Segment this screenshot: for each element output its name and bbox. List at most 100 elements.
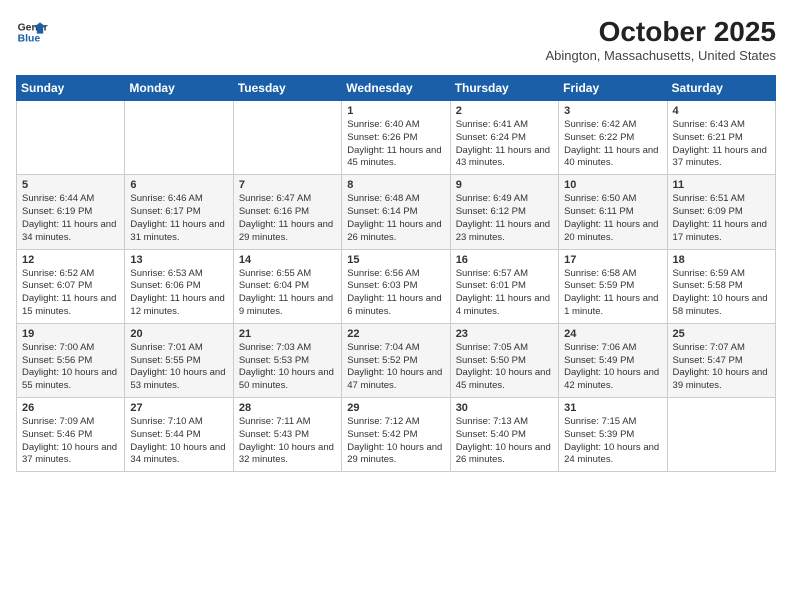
day-info: Sunrise: 6:42 AM Sunset: 6:22 PM Dayligh… bbox=[564, 119, 661, 170]
calendar-cell: 23 Sunrise: 7:05 AM Sunset: 5:50 PM Dayli… bbox=[450, 323, 558, 397]
calendar-cell: 15Sunrise: 6:56 AM Sunset: 6:03 PM Dayli… bbox=[342, 249, 450, 323]
day-info: Sunrise: 6:58 AM Sunset: 5:59 PM Dayligh… bbox=[564, 268, 661, 319]
day-info: Sunrise: 6:46 AM Sunset: 6:17 PM Dayligh… bbox=[130, 193, 227, 244]
calendar-cell: 29 Sunrise: 7:12 AM Sunset: 5:42 PM Dayli… bbox=[342, 398, 450, 472]
day-number: 7 bbox=[239, 179, 336, 191]
day-info: Sunrise: 7:12 AM Sunset: 5:42 PM Dayligh… bbox=[347, 416, 444, 467]
calendar-cell: 8Sunrise: 6:48 AM Sunset: 6:14 PM Daylig… bbox=[342, 175, 450, 249]
day-info: Sunrise: 6:53 AM Sunset: 6:06 PM Dayligh… bbox=[130, 268, 227, 319]
day-info: Sunrise: 6:50 AM Sunset: 6:11 PM Dayligh… bbox=[564, 193, 661, 244]
day-number: 6 bbox=[130, 179, 227, 191]
day-number: 21 bbox=[239, 328, 336, 340]
calendar-cell: 4 Sunrise: 6:43 AM Sunset: 6:21 PM Daylig… bbox=[667, 101, 775, 175]
day-info: Sunrise: 7:04 AM Sunset: 5:52 PM Dayligh… bbox=[347, 342, 444, 393]
day-number: 19 bbox=[22, 328, 119, 340]
day-number: 30 bbox=[456, 402, 553, 414]
calendar-cell: 17 Sunrise: 6:58 AM Sunset: 5:59 PM Dayli… bbox=[559, 249, 667, 323]
calendar-cell: 13 Sunrise: 6:53 AM Sunset: 6:06 PM Dayli… bbox=[125, 249, 233, 323]
day-info: Sunrise: 7:09 AM Sunset: 5:46 PM Dayligh… bbox=[22, 416, 119, 467]
svg-text:General: General bbox=[18, 22, 48, 33]
day-number: 5 bbox=[22, 179, 119, 191]
calendar-cell: 20 Sunrise: 7:01 AM Sunset: 5:55 PM Dayli… bbox=[125, 323, 233, 397]
day-number: 4 bbox=[673, 105, 770, 117]
location: Abington, Massachusetts, United States bbox=[545, 48, 776, 63]
calendar-cell: 25Sunrise: 7:07 AM Sunset: 5:47 PM Dayli… bbox=[667, 323, 775, 397]
day-number: 26 bbox=[22, 402, 119, 414]
calendar-cell: 16 Sunrise: 6:57 AM Sunset: 6:01 PM Dayli… bbox=[450, 249, 558, 323]
title-block: October 2025 Abington, Massachusetts, Un… bbox=[545, 16, 776, 63]
day-number: 29 bbox=[347, 402, 444, 414]
day-number: 24 bbox=[564, 328, 661, 340]
calendar-week-2: 5 Sunrise: 6:44 AM Sunset: 6:19 PM Daylig… bbox=[17, 175, 776, 249]
day-info: Sunrise: 7:06 AM Sunset: 5:49 PM Dayligh… bbox=[564, 342, 661, 393]
day-number: 18 bbox=[673, 254, 770, 266]
day-info: Sunrise: 7:01 AM Sunset: 5:55 PM Dayligh… bbox=[130, 342, 227, 393]
day-info: Sunrise: 6:57 AM Sunset: 6:01 PM Dayligh… bbox=[456, 268, 553, 319]
calendar-week-4: 19 Sunrise: 7:00 AM Sunset: 5:56 PM Dayli… bbox=[17, 323, 776, 397]
calendar-cell: 27Sunrise: 7:10 AM Sunset: 5:44 PM Dayli… bbox=[125, 398, 233, 472]
day-number: 14 bbox=[239, 254, 336, 266]
calendar-cell: 10 Sunrise: 6:50 AM Sunset: 6:11 PM Dayli… bbox=[559, 175, 667, 249]
calendar-cell: 6 Sunrise: 6:46 AM Sunset: 6:17 PM Daylig… bbox=[125, 175, 233, 249]
calendar-cell: 21 Sunrise: 7:03 AM Sunset: 5:53 PM Dayli… bbox=[233, 323, 341, 397]
calendar-cell bbox=[233, 101, 341, 175]
weekday-header-row: SundayMondayTuesdayWednesdayThursdayFrid… bbox=[17, 76, 776, 101]
day-number: 16 bbox=[456, 254, 553, 266]
day-number: 9 bbox=[456, 179, 553, 191]
day-number: 23 bbox=[456, 328, 553, 340]
day-number: 11 bbox=[673, 179, 770, 191]
day-info: Sunrise: 7:05 AM Sunset: 5:50 PM Dayligh… bbox=[456, 342, 553, 393]
day-number: 2 bbox=[456, 105, 553, 117]
calendar-cell: 28Sunrise: 7:11 AM Sunset: 5:43 PM Dayli… bbox=[233, 398, 341, 472]
day-number: 31 bbox=[564, 402, 661, 414]
day-info: Sunrise: 7:03 AM Sunset: 5:53 PM Dayligh… bbox=[239, 342, 336, 393]
day-info: Sunrise: 6:51 AM Sunset: 6:09 PM Dayligh… bbox=[673, 193, 770, 244]
day-info: Sunrise: 6:43 AM Sunset: 6:21 PM Dayligh… bbox=[673, 119, 770, 170]
day-number: 17 bbox=[564, 254, 661, 266]
day-info: Sunrise: 6:49 AM Sunset: 6:12 PM Dayligh… bbox=[456, 193, 553, 244]
calendar-table: SundayMondayTuesdayWednesdayThursdayFrid… bbox=[16, 75, 776, 472]
day-info: Sunrise: 6:41 AM Sunset: 6:24 PM Dayligh… bbox=[456, 119, 553, 170]
day-info: Sunrise: 6:52 AM Sunset: 6:07 PM Dayligh… bbox=[22, 268, 119, 319]
day-info: Sunrise: 7:07 AM Sunset: 5:47 PM Dayligh… bbox=[673, 342, 770, 393]
weekday-header-saturday: Saturday bbox=[667, 76, 775, 101]
day-number: 1 bbox=[347, 105, 444, 117]
calendar-cell: 5 Sunrise: 6:44 AM Sunset: 6:19 PM Daylig… bbox=[17, 175, 125, 249]
calendar-cell bbox=[125, 101, 233, 175]
logo: General Blue bbox=[16, 16, 48, 48]
month-title: October 2025 bbox=[545, 16, 776, 48]
day-number: 10 bbox=[564, 179, 661, 191]
day-number: 28 bbox=[239, 402, 336, 414]
weekday-header-tuesday: Tuesday bbox=[233, 76, 341, 101]
calendar-cell: 24 Sunrise: 7:06 AM Sunset: 5:49 PM Dayli… bbox=[559, 323, 667, 397]
day-info: Sunrise: 6:55 AM Sunset: 6:04 PM Dayligh… bbox=[239, 268, 336, 319]
day-info: Sunrise: 6:44 AM Sunset: 6:19 PM Dayligh… bbox=[22, 193, 119, 244]
calendar-cell: 26 Sunrise: 7:09 AM Sunset: 5:46 PM Dayli… bbox=[17, 398, 125, 472]
day-number: 15 bbox=[347, 254, 444, 266]
weekday-header-wednesday: Wednesday bbox=[342, 76, 450, 101]
day-info: Sunrise: 7:13 AM Sunset: 5:40 PM Dayligh… bbox=[456, 416, 553, 467]
day-info: Sunrise: 7:15 AM Sunset: 5:39 PM Dayligh… bbox=[564, 416, 661, 467]
day-number: 12 bbox=[22, 254, 119, 266]
calendar-cell: 12 Sunrise: 6:52 AM Sunset: 6:07 PM Dayli… bbox=[17, 249, 125, 323]
calendar-week-3: 12 Sunrise: 6:52 AM Sunset: 6:07 PM Dayli… bbox=[17, 249, 776, 323]
page-header: General Blue October 2025 Abington, Mass… bbox=[16, 16, 776, 63]
day-info: Sunrise: 6:47 AM Sunset: 6:16 PM Dayligh… bbox=[239, 193, 336, 244]
calendar-week-5: 26 Sunrise: 7:09 AM Sunset: 5:46 PM Dayli… bbox=[17, 398, 776, 472]
day-info: Sunrise: 6:59 AM Sunset: 5:58 PM Dayligh… bbox=[673, 268, 770, 319]
calendar-cell: 14 Sunrise: 6:55 AM Sunset: 6:04 PM Dayli… bbox=[233, 249, 341, 323]
weekday-header-friday: Friday bbox=[559, 76, 667, 101]
calendar-cell: 9 Sunrise: 6:49 AM Sunset: 6:12 PM Daylig… bbox=[450, 175, 558, 249]
calendar-cell: 22 Sunrise: 7:04 AM Sunset: 5:52 PM Dayli… bbox=[342, 323, 450, 397]
calendar-cell: 19 Sunrise: 7:00 AM Sunset: 5:56 PM Dayli… bbox=[17, 323, 125, 397]
weekday-header-thursday: Thursday bbox=[450, 76, 558, 101]
day-number: 13 bbox=[130, 254, 227, 266]
calendar-cell: 11 Sunrise: 6:51 AM Sunset: 6:09 PM Dayli… bbox=[667, 175, 775, 249]
day-info: Sunrise: 7:00 AM Sunset: 5:56 PM Dayligh… bbox=[22, 342, 119, 393]
day-info: Sunrise: 6:40 AM Sunset: 6:26 PM Dayligh… bbox=[347, 119, 444, 170]
calendar-cell bbox=[667, 398, 775, 472]
day-number: 27 bbox=[130, 402, 227, 414]
day-number: 8 bbox=[347, 179, 444, 191]
day-number: 22 bbox=[347, 328, 444, 340]
day-number: 20 bbox=[130, 328, 227, 340]
